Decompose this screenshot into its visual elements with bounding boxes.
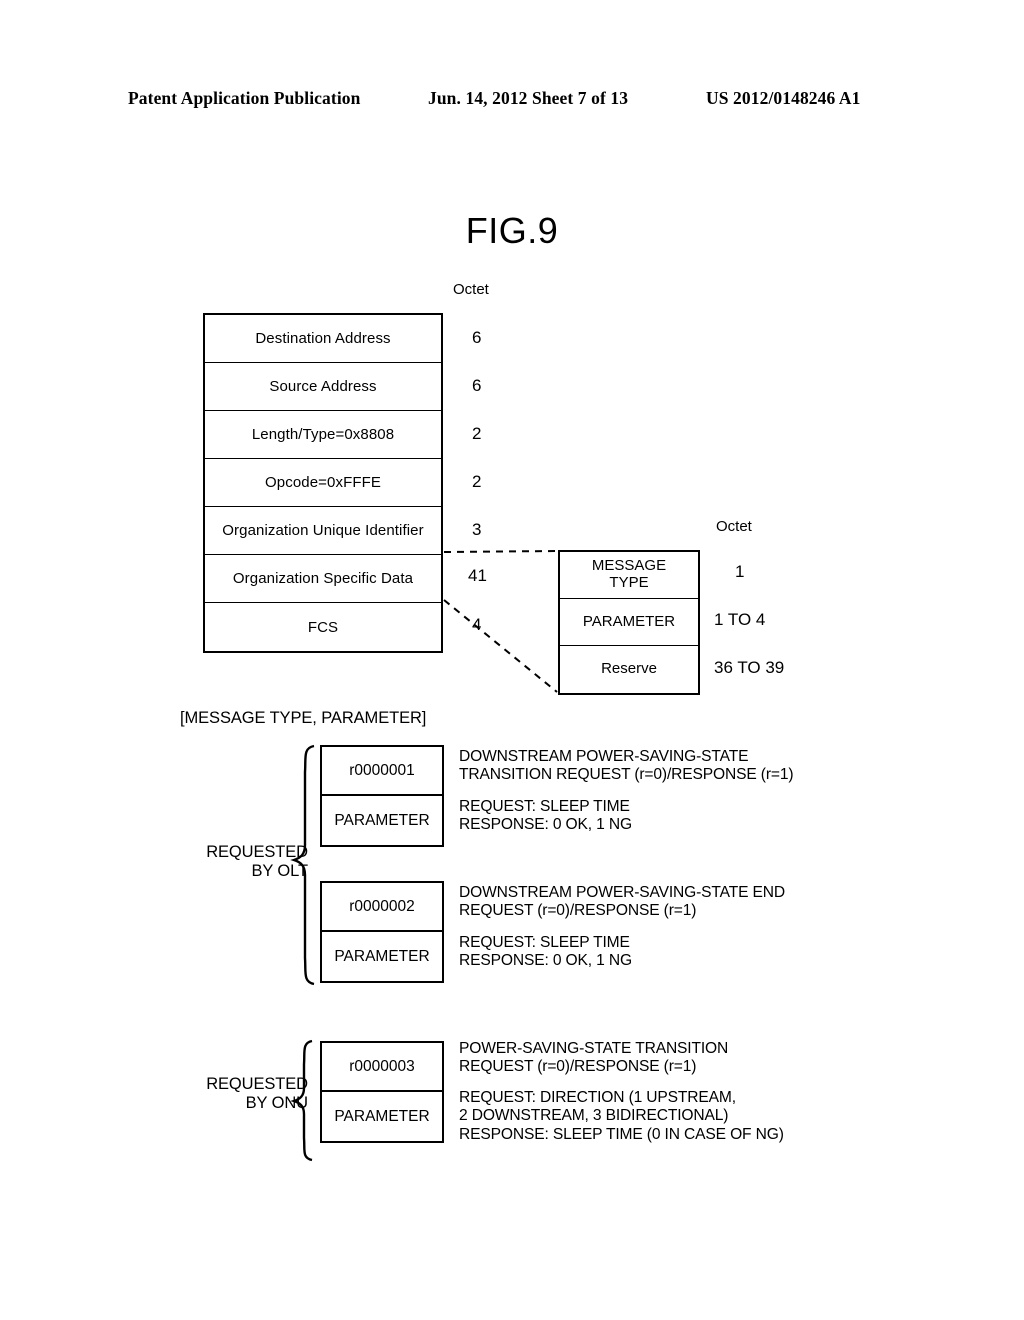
message-parameter-detail-r0000001: REQUEST: SLEEP TIME RESPONSE: 0 OK, 1 NG — [459, 798, 632, 835]
publication-number: US 2012/0148246 A1 — [706, 88, 861, 108]
message-description-r0000002: DOWNSTREAM POWER-SAVING-STATE END REQUES… — [459, 884, 785, 921]
message-type-code: r0000002 — [322, 883, 442, 932]
requested-by-olt-line1: REQUESTED — [206, 843, 308, 861]
message-parameter-label: PARAMETER — [334, 1107, 430, 1125]
table-row: Source Address — [205, 363, 441, 411]
table-row: PARAMETER — [560, 599, 698, 646]
frame-field-label: Source Address — [269, 378, 377, 395]
table-row: Reserve — [560, 646, 698, 693]
table-row: Organization Specific Data — [205, 555, 441, 603]
publication-date-sheet: Jun. 14, 2012 Sheet 7 of 13 — [428, 88, 629, 108]
description-line1: POWER-SAVING-STATE TRANSITION — [459, 1040, 729, 1057]
detail-field-label-line1: MESSAGE — [591, 557, 667, 575]
detail-field-label: MESSAGE TYPE — [591, 557, 667, 592]
detail-field-label: PARAMETER — [582, 612, 676, 630]
requested-by-olt-label: REQUESTED BY OLT — [168, 843, 308, 882]
frame-field-label: Organization Specific Data — [232, 570, 414, 587]
frame-field-label: Opcode=0xFFFE — [265, 474, 381, 491]
main-octet-value: 4 — [472, 615, 482, 634]
ethernet-frame-table: Destination Address Source Address Lengt… — [203, 313, 443, 653]
frame-field-label: Organization Unique Identifier — [222, 522, 424, 539]
description-line1: DOWNSTREAM POWER-SAVING-STATE END — [459, 884, 785, 901]
message-section-heading: [MESSAGE TYPE, PARAMETER] — [180, 709, 427, 727]
message-description-r0000001: DOWNSTREAM POWER-SAVING-STATE TRANSITION… — [459, 748, 794, 785]
message-type-code: r0000003 — [322, 1043, 442, 1092]
message-parameter-label: PARAMETER — [334, 811, 430, 829]
description-line2: REQUEST (r=0)/RESPONSE (r=1) — [459, 902, 697, 920]
dashed-connector-bottom — [443, 599, 558, 693]
table-row: Destination Address — [205, 315, 441, 363]
requested-by-onu-line2: BY ONU — [245, 1094, 308, 1113]
frame-field-label: Length/Type=0x8808 — [251, 426, 395, 443]
parameter-line1: REQUEST: SLEEP TIME — [459, 798, 630, 815]
detail-octet-value: 1 TO 4 — [714, 610, 766, 629]
main-octet-value: 2 — [472, 424, 482, 443]
main-octet-value: 6 — [472, 376, 482, 395]
table-row: MESSAGE TYPE — [560, 552, 698, 599]
description-line2: TRANSITION REQUEST (r=0)/RESPONSE (r=1) — [459, 766, 794, 784]
parameter-line2: 2 DOWNSTREAM, 3 BIDIRECTIONAL) — [459, 1107, 729, 1125]
detail-field-label-line2: TYPE — [609, 574, 649, 591]
main-octet-value: 6 — [472, 328, 482, 347]
org-specific-data-detail-table: MESSAGE TYPE PARAMETER Reserve — [558, 550, 700, 695]
requested-by-olt-line2: BY OLT — [251, 862, 308, 881]
table-row: Organization Unique Identifier — [205, 507, 441, 555]
description-line2: REQUEST (r=0)/RESPONSE (r=1) — [459, 1058, 697, 1076]
parameter-line2: RESPONSE: 0 OK, 1 NG — [459, 816, 632, 834]
table-row: FCS — [205, 603, 441, 651]
frame-field-label: FCS — [307, 618, 339, 636]
message-type-code: r0000001 — [322, 747, 442, 796]
detail-field-label: Reserve — [601, 660, 657, 678]
table-row: Opcode=0xFFFE — [205, 459, 441, 507]
publication-type: Patent Application Publication — [128, 88, 361, 108]
main-octet-column-header: Octet — [453, 281, 489, 298]
frame-field-label: Destination Address — [255, 330, 391, 347]
main-octet-value: 3 — [472, 520, 482, 539]
parameter-line3: RESPONSE: SLEEP TIME (0 IN CASE OF NG) — [459, 1125, 784, 1143]
parameter-line1: REQUEST: SLEEP TIME — [459, 934, 630, 951]
parameter-line2: RESPONSE: 0 OK, 1 NG — [459, 952, 632, 970]
main-octet-value: 2 — [472, 472, 482, 491]
message-parameter-detail-r0000002: REQUEST: SLEEP TIME RESPONSE: 0 OK, 1 NG — [459, 934, 632, 971]
message-description-r0000003: POWER-SAVING-STATE TRANSITION REQUEST (r… — [459, 1040, 728, 1077]
dashed-connector-top — [443, 550, 558, 553]
message-parameter-detail-r0000003: REQUEST: DIRECTION (1 UPSTREAM, 2 DOWNST… — [459, 1089, 784, 1144]
table-row: Length/Type=0x8808 — [205, 411, 441, 459]
message-type-box-r0000003: r0000003 PARAMETER — [320, 1041, 444, 1143]
message-type-box-r0000001: r0000001 PARAMETER — [320, 745, 444, 847]
message-parameter-label: PARAMETER — [334, 947, 430, 965]
figure-title: FIG.9 — [465, 210, 559, 251]
requested-by-onu-line1: REQUESTED — [206, 1075, 308, 1093]
message-type-box-r0000002: r0000002 PARAMETER — [320, 881, 444, 983]
parameter-line1: REQUEST: DIRECTION (1 UPSTREAM, — [459, 1089, 736, 1106]
requested-by-onu-label: REQUESTED BY ONU — [168, 1075, 308, 1114]
detail-octet-value: 36 TO 39 — [714, 658, 785, 677]
description-line1: DOWNSTREAM POWER-SAVING-STATE — [459, 748, 749, 765]
detail-octet-value: 1 — [735, 562, 745, 581]
main-octet-value: 41 — [468, 566, 487, 585]
detail-octet-column-header: Octet — [716, 518, 752, 535]
